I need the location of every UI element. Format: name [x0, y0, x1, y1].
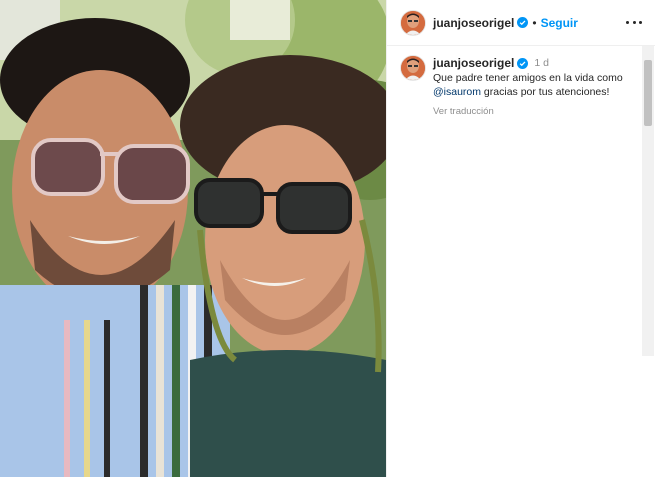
comment-avatar[interactable] — [401, 56, 425, 80]
post-header: juanjoseorigel • Seguir — [387, 0, 655, 46]
scrollbar-thumb[interactable] — [644, 60, 652, 126]
avatar-image — [401, 10, 425, 35]
caption-text: Que padre tener amigos en la vida como @… — [433, 71, 631, 99]
comment-username[interactable]: juanjoseorigel — [433, 56, 514, 70]
comment-meta: juanjoseorigel 1 d — [433, 56, 631, 70]
post-photo[interactable] — [0, 0, 386, 477]
avatar[interactable] — [401, 10, 425, 35]
see-translation-link[interactable]: Ver traducción — [433, 105, 631, 119]
mention-link[interactable]: @isaurom — [433, 86, 481, 98]
post-username[interactable]: juanjoseorigel — [433, 16, 514, 30]
caption-text-end: gracias por tus atenciones! — [481, 86, 610, 98]
post-details-panel: juanjoseorigel • Seguir juanjoseorigel 1… — [386, 0, 655, 477]
selfie-image — [0, 0, 386, 477]
verified-badge-icon — [517, 17, 529, 28]
caption-comment: juanjoseorigel 1 d Que padre tener amigo… — [401, 56, 631, 119]
comment-age[interactable]: 1 d — [534, 56, 549, 70]
avatar-image — [401, 56, 425, 80]
comment-body: juanjoseorigel 1 d Que padre tener amigo… — [433, 56, 631, 119]
separator-dot: • — [532, 15, 537, 30]
comments-scrollbar[interactable] — [642, 46, 654, 356]
more-horizontal-icon[interactable] — [626, 15, 642, 29]
caption-text-start: Que padre tener amigos en la vida como — [433, 72, 623, 84]
follow-button[interactable]: Seguir — [541, 16, 578, 30]
verified-badge-icon — [517, 57, 529, 69]
